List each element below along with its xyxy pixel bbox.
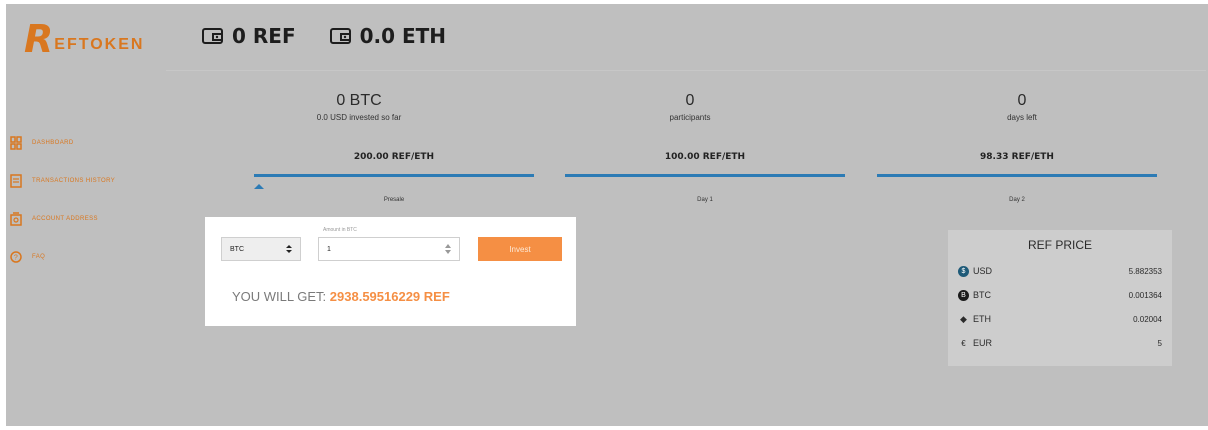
day1-rate: 100.00 REF/ETH — [664, 152, 746, 162]
you-will-get-value: 2938.59516229 REF — [329, 289, 450, 304]
price-value: 5.882353 — [1128, 266, 1162, 276]
sidebar-item-faq[interactable]: ? FAQ — [10, 238, 115, 276]
ref-balance-value: 0 REF — [232, 24, 296, 48]
amount-label: Amount in BTC — [323, 227, 357, 233]
stat-invested: 0 BTC 0.0 USD invested so far — [239, 92, 479, 122]
currency-select[interactable]: BTC — [221, 237, 301, 261]
price-currency: EUR — [973, 338, 993, 348]
price-currency: ETH — [973, 314, 991, 324]
stat-days-left: 0 days left — [902, 92, 1142, 122]
stat-participants: 0 participants — [570, 92, 810, 122]
price-row-btc: B BTC 0.001364 — [958, 286, 1162, 304]
invest-panel: BTC Amount in BTC 1 Invest YOU WILL GET:… — [205, 217, 576, 326]
stat-caption: days left — [1007, 113, 1037, 122]
day1-bar — [565, 174, 845, 177]
current-phase-marker — [254, 184, 264, 189]
stat-value: 0 — [685, 92, 695, 109]
address-icon — [10, 212, 22, 226]
day2-label: Day 2 — [1009, 197, 1025, 203]
list-icon — [10, 174, 22, 188]
eur-icon: € — [961, 338, 966, 348]
presale-bar — [254, 174, 534, 177]
select-arrows-icon — [286, 245, 292, 253]
currency-select-value: BTC — [230, 245, 244, 253]
day1-label: Day 1 — [697, 197, 713, 203]
price-currency: USD — [973, 266, 993, 276]
stat-value: 0 BTC — [336, 92, 382, 109]
amount-input[interactable]: 1 — [318, 237, 460, 261]
stat-caption: participants — [669, 113, 711, 122]
ref-price-panel: REF PRICE $ USD 5.882353 B BTC 0.001364 … — [948, 230, 1172, 366]
price-row-eur: € EUR 5 — [958, 334, 1162, 352]
sidebar-item-label: FAQ — [32, 254, 46, 260]
sidebar-item-account-address[interactable]: ACCOUNT ADDRESS — [10, 200, 115, 238]
price-currency: BTC — [973, 290, 991, 300]
wallet-icon — [329, 28, 351, 44]
eth-icon: ◆ — [960, 313, 967, 324]
eth-balance-value: 0.0 ETH — [359, 24, 447, 48]
logo-mark: R — [24, 17, 54, 61]
price-value: 0.02004 — [1133, 314, 1162, 324]
price-row-eth: ◆ ETH 0.02004 — [958, 310, 1162, 328]
sidebar: DASHBOARD TRANSACTIONS HISTORY ACCOUNT A… — [10, 124, 115, 276]
help-icon: ? — [10, 251, 22, 263]
sidebar-item-label: TRANSACTIONS HISTORY — [32, 178, 116, 184]
price-value: 5 — [1157, 338, 1162, 348]
usd-coin-icon: $ — [958, 265, 969, 277]
presale-rate: 200.00 REF/ETH — [353, 152, 435, 162]
amount-value: 1 — [327, 245, 331, 253]
day2-bar — [877, 174, 1157, 177]
you-will-get-label: YOU WILL GET: — [232, 289, 327, 304]
day2-rate: 98.33 REF/ETH — [980, 152, 1054, 162]
stat-caption: 0.0 USD invested so far — [316, 113, 402, 122]
sidebar-item-label: DASHBOARD — [32, 140, 74, 146]
wallet-icon — [202, 28, 223, 44]
stepper-icon[interactable] — [445, 243, 451, 255]
logo[interactable]: R EFTOKEN — [24, 17, 145, 61]
balance-bar: 0 REF 0.0 ETH — [202, 24, 446, 48]
btc-coin-icon: B — [958, 289, 969, 301]
logo-text: EFTOKEN — [54, 36, 145, 53]
you-will-get: YOU WILL GET: 2938.59516229 REF — [232, 289, 450, 304]
price-value: 0.001364 — [1128, 290, 1162, 300]
sidebar-item-dashboard[interactable]: DASHBOARD — [10, 124, 115, 162]
sidebar-item-label: ACCOUNT ADDRESS — [32, 216, 98, 222]
dashboard-icon — [10, 136, 22, 150]
ref-balance: 0 REF — [202, 24, 296, 48]
stat-value: 0 — [1017, 92, 1027, 109]
app-frame: R EFTOKEN 0 REF 0.0 ETH DASHBOARD TRANSA… — [6, 4, 1208, 426]
ref-price-title: REF PRICE — [1027, 238, 1092, 252]
eth-balance: 0.0 ETH — [329, 24, 447, 48]
sidebar-item-transactions[interactable]: TRANSACTIONS HISTORY — [10, 162, 115, 200]
presale-label: Presale — [383, 197, 405, 203]
price-row-usd: $ USD 5.882353 — [958, 262, 1162, 280]
invest-button[interactable]: Invest — [478, 237, 562, 261]
header-divider — [166, 70, 1206, 71]
svg-text:?: ? — [14, 255, 18, 262]
